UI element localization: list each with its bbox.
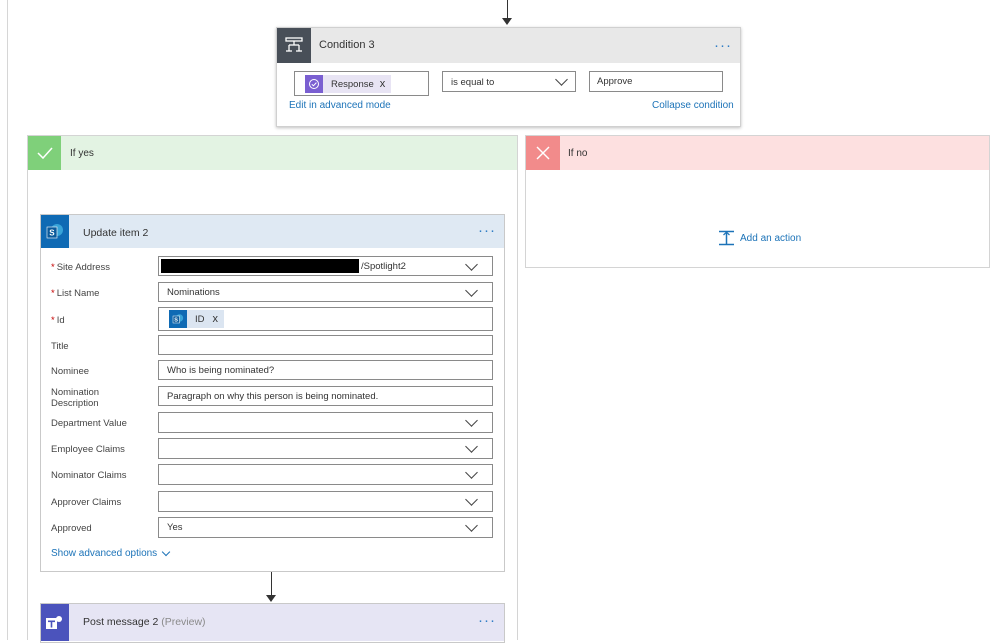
close-icon — [526, 136, 560, 170]
site-address-dropdown[interactable]: /Spotlight2 — [158, 256, 493, 276]
chevron-down-icon — [555, 73, 568, 86]
nominator-claims-label: Nominator Claims — [51, 470, 127, 481]
if-no-header: If no — [526, 136, 989, 170]
list-name-label: * List Name — [51, 288, 99, 299]
preview-tag: (Preview) — [161, 616, 206, 628]
chevron-down-icon — [465, 258, 478, 271]
list-name-dropdown[interactable]: Nominations — [158, 282, 493, 302]
id-input[interactable]: S ID x — [158, 307, 493, 331]
id-token[interactable]: S ID x — [169, 310, 224, 328]
approvals-icon — [305, 75, 323, 93]
if-no-label: If no — [568, 148, 588, 159]
nominee-input[interactable]: Who is being nominated? — [158, 360, 493, 380]
nomination-description-label-line1: Nomination — [51, 387, 100, 398]
nomination-description-label-line2: Description — [51, 398, 99, 409]
id-label: * Id — [51, 315, 65, 326]
connector-arrow-line — [507, 0, 508, 18]
canvas-left-border — [7, 0, 8, 640]
if-no-branch: If no Add an action — [525, 135, 990, 268]
department-value-dropdown[interactable] — [158, 412, 493, 433]
chevron-down-icon — [465, 414, 478, 427]
employee-claims-label: Employee Claims — [51, 444, 125, 455]
employee-claims-dropdown[interactable] — [158, 438, 493, 459]
add-action-button[interactable]: Add an action — [718, 230, 801, 246]
edit-advanced-mode-link[interactable]: Edit in advanced mode — [289, 100, 391, 111]
show-advanced-options-label: Show advanced options — [51, 548, 158, 559]
list-name-value: Nominations — [167, 286, 220, 298]
post-message-title-text: Post message 2 — [83, 616, 159, 628]
redacted-block — [161, 259, 359, 273]
post-message-more-options-icon[interactable]: ··· — [478, 613, 496, 628]
id-label-text: Id — [56, 315, 65, 326]
site-address-label-text: Site Address — [56, 262, 111, 273]
approved-label: Approved — [51, 523, 92, 534]
post-message-card: Post message 2 (Preview) ··· — [40, 603, 505, 643]
connector-arrow-line — [271, 572, 272, 595]
chevron-down-icon — [465, 284, 478, 297]
update-item-card: S Update item 2 ··· * Site Address /Spotl… — [40, 214, 505, 572]
update-item-header[interactable]: S Update item 2 ··· — [41, 215, 504, 248]
response-token[interactable]: Response x — [305, 75, 392, 93]
title-input[interactable] — [158, 335, 493, 355]
condition-value-input[interactable]: Approve — [589, 71, 723, 92]
approved-dropdown[interactable]: Yes — [158, 517, 493, 538]
nomination-description-value: Paragraph on why this person is being no… — [167, 390, 379, 402]
chevron-down-icon — [161, 547, 171, 556]
required-asterisk: * — [51, 262, 55, 273]
post-message-title: Post message 2 (Preview) — [83, 616, 206, 628]
condition-value-text: Approve — [597, 76, 633, 87]
nominator-claims-dropdown[interactable] — [158, 464, 493, 485]
id-token-label: ID — [195, 313, 205, 325]
if-yes-header: If yes — [28, 136, 517, 170]
condition-icon — [277, 28, 311, 63]
add-action-label: Add an action — [740, 232, 802, 244]
token-remove-icon[interactable]: x — [380, 78, 386, 90]
approved-value: Yes — [167, 522, 183, 533]
teams-icon — [41, 604, 69, 641]
nomination-description-label: Nomination Description — [51, 387, 99, 409]
site-address-label: * Site Address — [51, 262, 110, 273]
svg-text:S: S — [174, 318, 178, 324]
nominee-value: Who is being nominated? — [167, 364, 275, 376]
department-value-label: Department Value — [51, 418, 127, 429]
required-asterisk: * — [51, 315, 55, 326]
condition-more-options-icon[interactable]: ··· — [714, 38, 732, 53]
condition-title: Condition 3 — [319, 39, 375, 51]
response-token-label: Response — [331, 78, 374, 90]
operator-value: is equal to — [451, 77, 495, 88]
chevron-down-icon — [465, 519, 478, 532]
nomination-description-input[interactable]: Paragraph on why this person is being no… — [158, 386, 493, 406]
post-message-header[interactable]: Post message 2 (Preview) ··· — [41, 604, 504, 641]
operator-dropdown[interactable]: is equal to — [442, 71, 576, 92]
title-label: Title — [51, 341, 69, 352]
collapse-condition-link[interactable]: Collapse condition — [652, 100, 734, 111]
chevron-down-icon — [465, 440, 478, 453]
chevron-down-icon — [465, 493, 478, 506]
connector-arrow-head — [266, 595, 276, 602]
token-remove-icon[interactable]: x — [213, 313, 219, 325]
add-action-icon — [719, 230, 734, 246]
site-address-value: /Spotlight2 — [361, 260, 406, 272]
update-item-title: Update item 2 — [83, 227, 149, 239]
chevron-down-icon — [465, 466, 478, 479]
approver-claims-dropdown[interactable] — [158, 491, 493, 512]
list-name-label-text: List Name — [56, 288, 100, 299]
update-item-more-options-icon[interactable]: ··· — [478, 223, 496, 238]
condition-header[interactable]: Condition 3 ··· — [277, 28, 740, 63]
if-yes-label: If yes — [70, 148, 94, 159]
connector-arrow-head — [502, 18, 512, 25]
svg-text:S: S — [49, 228, 55, 237]
approver-claims-label: Approver Claims — [51, 497, 122, 508]
checkmark-icon — [28, 136, 61, 170]
show-advanced-options-button[interactable]: Show advanced options — [51, 547, 171, 559]
sharepoint-icon: S — [41, 215, 69, 248]
required-asterisk: * — [51, 288, 55, 299]
sharepoint-icon: S — [169, 310, 187, 328]
condition-left-operand[interactable]: Response x — [294, 71, 429, 96]
condition-card: Condition 3 ··· Response x is equal to A… — [276, 27, 741, 127]
nominee-label: Nominee — [51, 366, 90, 377]
